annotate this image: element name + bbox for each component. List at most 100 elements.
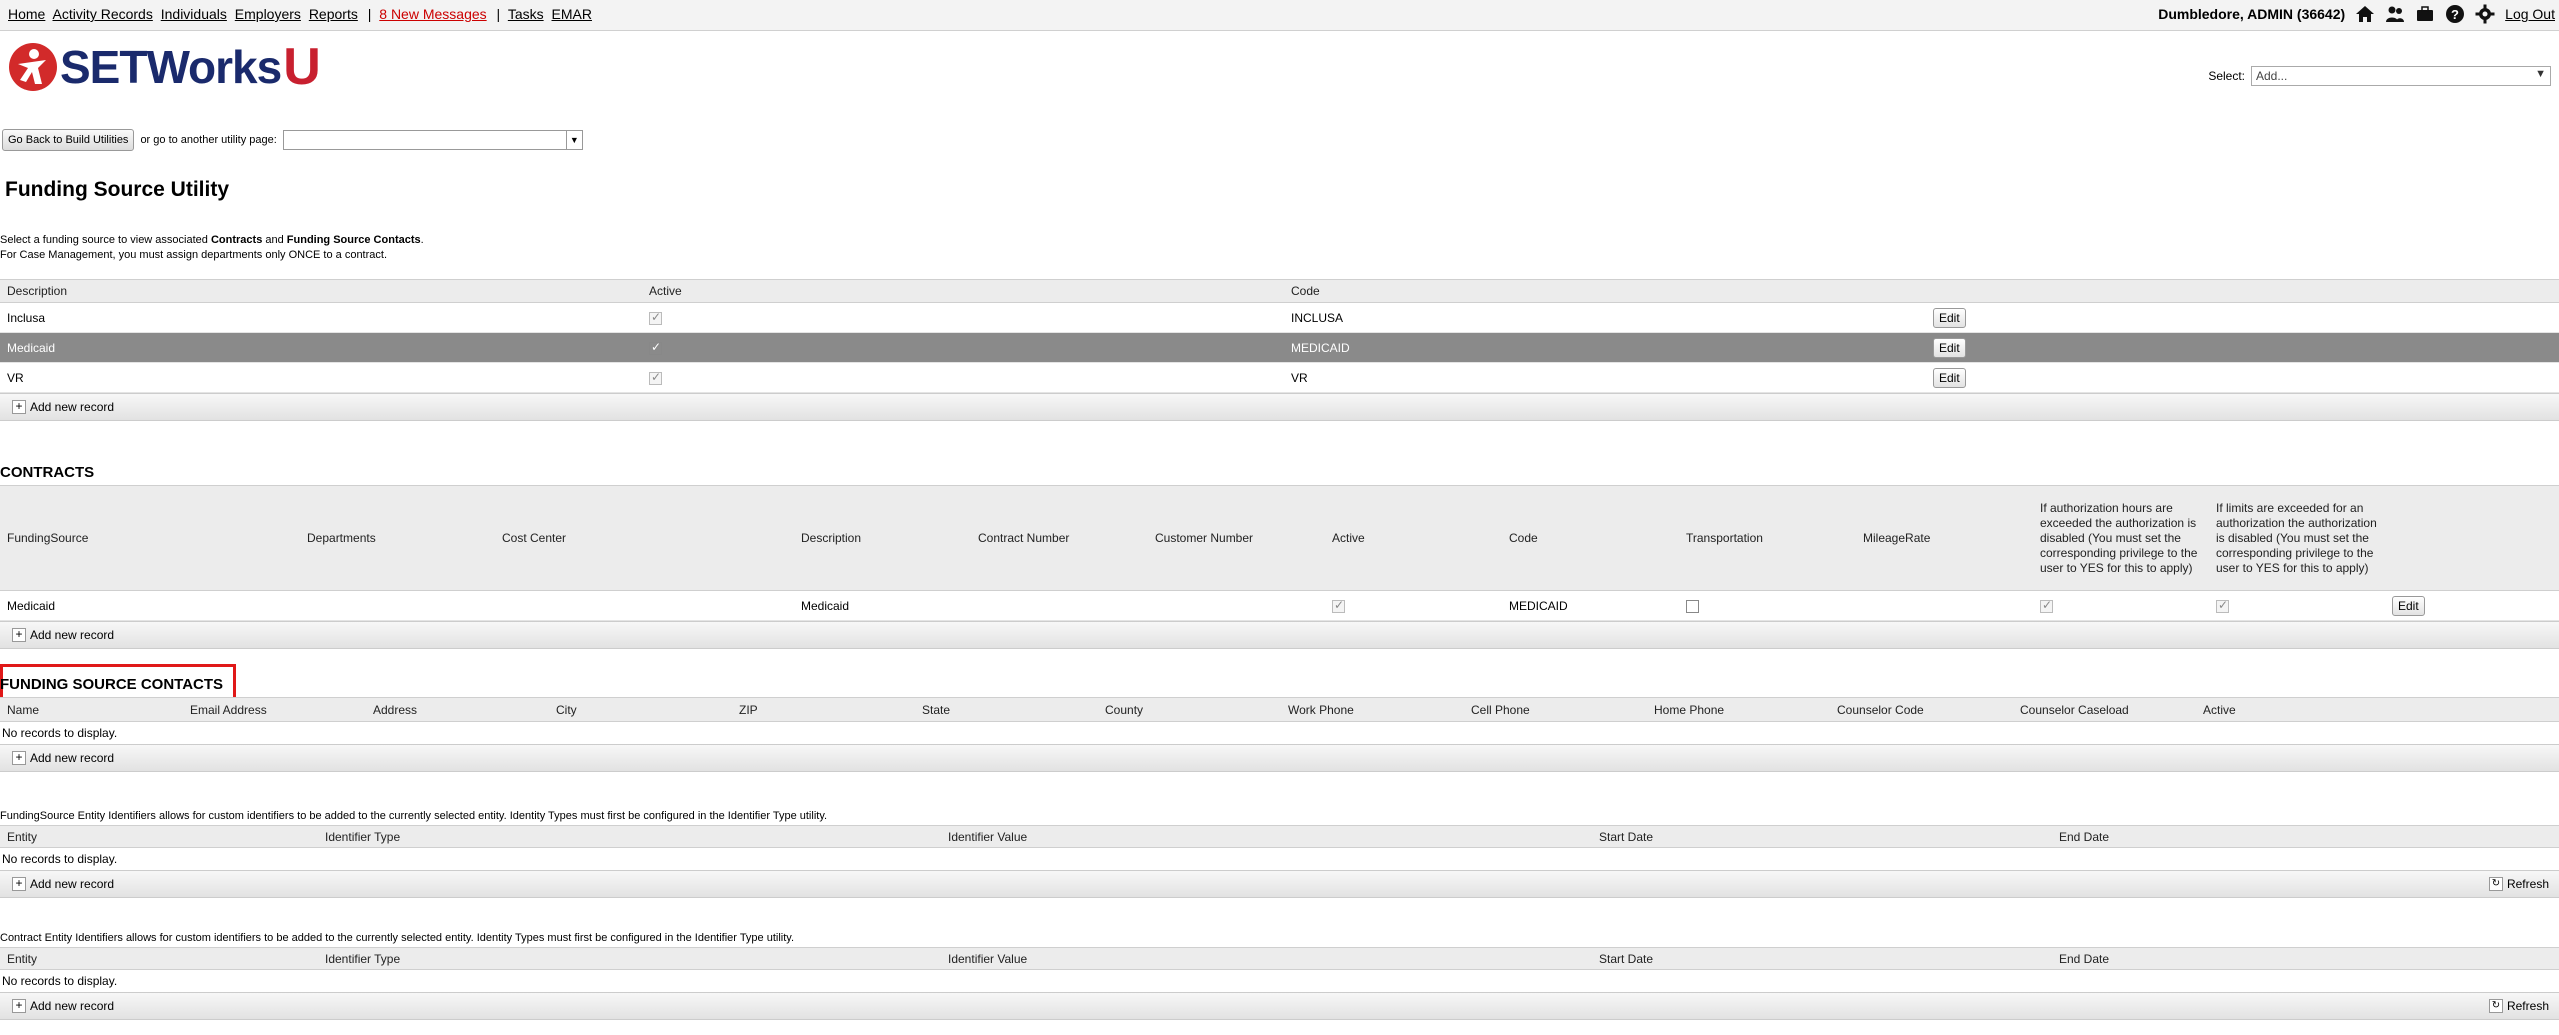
col-cell-phone[interactable]: Cell Phone bbox=[1464, 697, 1647, 722]
logo-text: SETWorks bbox=[60, 41, 282, 93]
col-active[interactable]: Active bbox=[642, 279, 1284, 303]
col-end-date[interactable]: End Date bbox=[2052, 947, 2559, 970]
cell-description: Inclusa bbox=[0, 302, 642, 333]
nav-emar[interactable]: EMAR bbox=[552, 6, 592, 22]
edit-button[interactable]: Edit bbox=[2392, 595, 2425, 616]
contracts-add-bar: + Add new record bbox=[0, 621, 2559, 649]
col-city[interactable]: City bbox=[549, 697, 732, 722]
col-identifier-value[interactable]: Identifier Value bbox=[941, 825, 1592, 848]
nav-home[interactable]: Home bbox=[8, 6, 45, 22]
refresh-label: Refresh bbox=[2506, 877, 2549, 891]
col-funding-source[interactable]: FundingSource bbox=[0, 485, 300, 591]
logout-link[interactable]: Log Out bbox=[2505, 6, 2555, 22]
contract-identifiers-note: Contract Entity Identifiers allows for c… bbox=[0, 932, 795, 944]
briefcase-icon[interactable] bbox=[2415, 4, 2435, 24]
col-departments[interactable]: Departments bbox=[300, 485, 495, 591]
col-auth-hours[interactable]: If authorization hours are exceeded the … bbox=[2033, 485, 2209, 591]
add-new-record-label: Add new record bbox=[30, 751, 115, 765]
cell-customer-number bbox=[1148, 590, 1325, 621]
people-icon[interactable] bbox=[2385, 4, 2405, 24]
col-active[interactable]: Active bbox=[2196, 697, 2379, 722]
plus-icon: + bbox=[12, 877, 26, 891]
nav-activity-records[interactable]: Activity Records bbox=[52, 6, 152, 22]
table-row[interactable]: Medicaid Medicaid MEDICAID Edit bbox=[0, 590, 2559, 621]
cell-mileage-rate bbox=[1856, 590, 2033, 621]
cell-contract-number bbox=[971, 590, 1148, 621]
col-code[interactable]: Code bbox=[1284, 279, 1926, 303]
user-name: Dumbledore, ADMIN (36642) bbox=[2158, 6, 2346, 22]
cell-actions: Edit bbox=[1926, 302, 2559, 333]
home-icon[interactable] bbox=[2355, 4, 2375, 24]
refresh-icon: ↻ bbox=[2488, 877, 2503, 891]
setworks-logo[interactable]: SETWorks U bbox=[8, 38, 321, 96]
col-identifier-type[interactable]: Identifier Type bbox=[318, 825, 941, 848]
edit-button[interactable]: Edit bbox=[1933, 337, 1966, 358]
col-active[interactable]: Active bbox=[1325, 485, 1502, 591]
add-new-record-button[interactable]: + Add new record bbox=[12, 877, 114, 891]
add-new-record-button[interactable]: + Add new record bbox=[12, 628, 114, 642]
utility-page-select[interactable]: ▼ bbox=[282, 130, 583, 150]
col-counselor-code[interactable]: Counselor Code bbox=[1830, 697, 2013, 722]
nav-individuals[interactable]: Individuals bbox=[161, 6, 227, 22]
col-email[interactable]: Email Address bbox=[183, 697, 366, 722]
nav-reports[interactable]: Reports bbox=[309, 6, 358, 22]
back-to-build-utilities-button[interactable]: Go Back to Build Utilities bbox=[2, 129, 135, 151]
active-checkbox bbox=[649, 340, 662, 355]
svg-text:?: ? bbox=[2451, 7, 2459, 22]
cell-code: MEDICAID bbox=[1284, 332, 1926, 363]
gear-icon[interactable] bbox=[2475, 4, 2495, 24]
cell-cost-center bbox=[495, 590, 794, 621]
col-entity[interactable]: Entity bbox=[0, 947, 318, 970]
add-new-record-button[interactable]: + Add new record bbox=[12, 751, 114, 765]
col-contract-number[interactable]: Contract Number bbox=[971, 485, 1148, 591]
plus-icon: + bbox=[12, 628, 26, 642]
col-home-phone[interactable]: Home Phone bbox=[1647, 697, 1830, 722]
table-row[interactable]: Inclusa INCLUSA Edit bbox=[0, 302, 2559, 333]
cell-code: INCLUSA bbox=[1284, 302, 1926, 333]
nav-tasks[interactable]: Tasks bbox=[508, 6, 544, 22]
help-icon[interactable]: ? bbox=[2445, 4, 2465, 24]
refresh-button[interactable]: ↻ Refresh bbox=[2488, 999, 2549, 1013]
edit-button[interactable]: Edit bbox=[1933, 367, 1966, 388]
col-end-date[interactable]: End Date bbox=[2052, 825, 2559, 848]
col-start-date[interactable]: Start Date bbox=[1592, 947, 2052, 970]
col-description[interactable]: Description bbox=[0, 279, 642, 303]
col-zip[interactable]: ZIP bbox=[732, 697, 915, 722]
table-row-selected[interactable]: Medicaid MEDICAID Edit bbox=[0, 332, 2559, 363]
cell-description: Medicaid bbox=[794, 590, 971, 621]
col-code[interactable]: Code bbox=[1502, 485, 1679, 591]
nav-links: Home Activity Records Individuals Employ… bbox=[8, 6, 596, 22]
add-new-record-button[interactable]: + Add new record bbox=[12, 999, 114, 1013]
col-work-phone[interactable]: Work Phone bbox=[1281, 697, 1464, 722]
col-mileage-rate[interactable]: MileageRate bbox=[1856, 485, 2033, 591]
add-new-record-label: Add new record bbox=[30, 877, 115, 891]
col-counselor-caseload[interactable]: Counselor Caseload bbox=[2013, 697, 2196, 722]
refresh-button[interactable]: ↻ Refresh bbox=[2488, 877, 2549, 891]
utility-or-text: or go to another utility page: bbox=[140, 134, 277, 146]
col-identifier-value[interactable]: Identifier Value bbox=[941, 947, 1592, 970]
col-customer-number[interactable]: Customer Number bbox=[1148, 485, 1325, 591]
col-name[interactable]: Name bbox=[0, 697, 183, 722]
col-start-date[interactable]: Start Date bbox=[1592, 825, 2052, 848]
nav-separator: | bbox=[367, 6, 372, 22]
col-entity[interactable]: Entity bbox=[0, 825, 318, 848]
col-auth-limits[interactable]: If limits are exceeded for an authorizat… bbox=[2209, 485, 2385, 591]
col-address[interactable]: Address bbox=[366, 697, 549, 722]
col-transportation[interactable]: Transportation bbox=[1679, 485, 1856, 591]
col-description[interactable]: Description bbox=[794, 485, 971, 591]
logo-figure-icon bbox=[9, 43, 57, 91]
nav-messages[interactable]: 8 New Messages bbox=[379, 6, 486, 22]
contacts-grid: Name Email Address Address City ZIP Stat… bbox=[0, 697, 2559, 772]
edit-button[interactable]: Edit bbox=[1933, 307, 1966, 328]
add-new-record-button[interactable]: + Add new record bbox=[12, 400, 114, 414]
funding-source-grid: Description Active Code Inclusa INCLUSA … bbox=[0, 279, 2559, 421]
col-identifier-type[interactable]: Identifier Type bbox=[318, 947, 941, 970]
col-state[interactable]: State bbox=[915, 697, 1098, 722]
col-cost-center[interactable]: Cost Center bbox=[495, 485, 794, 591]
col-county[interactable]: County bbox=[1098, 697, 1281, 722]
add-select[interactable]: Add... ▼ bbox=[2251, 66, 2551, 86]
select-label: Select: bbox=[2208, 69, 2245, 83]
table-row[interactable]: VR VR Edit bbox=[0, 362, 2559, 393]
contract-identifiers-add-bar: + Add new record ↻ Refresh bbox=[0, 992, 2559, 1020]
nav-employers[interactable]: Employers bbox=[235, 6, 301, 22]
